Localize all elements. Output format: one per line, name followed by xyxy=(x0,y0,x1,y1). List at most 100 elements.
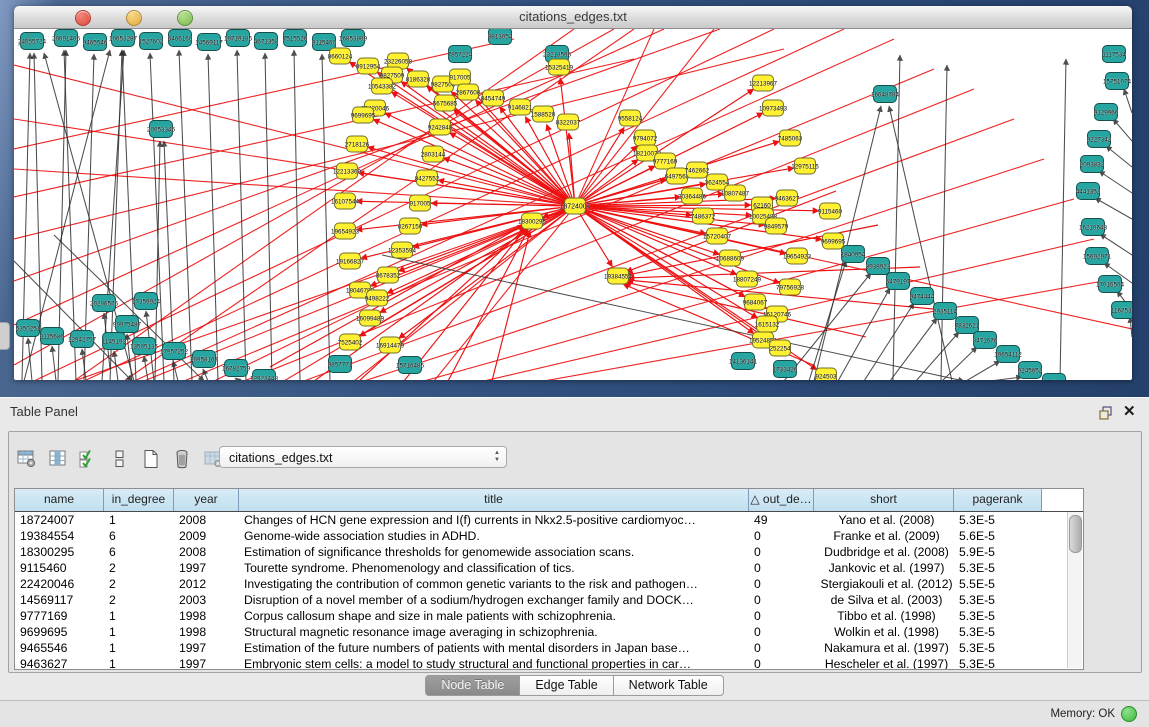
table-cell: 1997 xyxy=(174,656,239,670)
table-row[interactable]: 2242004622012Investigating the contribut… xyxy=(15,576,1083,592)
graph-node-label: 8938923 xyxy=(866,263,891,270)
graph-node-label: 13505135 xyxy=(130,343,159,350)
table-cell: 5.9E-5 xyxy=(954,544,1042,560)
graph-node-label: 8267150 xyxy=(398,223,423,230)
graph-node-label: 12353594 xyxy=(388,247,417,254)
graph-node-label: 9242848 xyxy=(428,124,453,131)
graph-node-label: 16107544 xyxy=(331,198,360,205)
table-cell: Estimation of the future numbers of pati… xyxy=(239,640,749,656)
graph-node-label: 9465546 xyxy=(83,39,108,46)
tab-network-table[interactable]: Network Table xyxy=(614,675,724,696)
create-column-icon[interactable] xyxy=(140,447,162,471)
table-cell: 49 xyxy=(749,512,814,528)
graph-node-label: 917005 xyxy=(409,200,431,207)
table-tabs: Node TableEdge TableNetwork Table xyxy=(0,675,1149,696)
memory-status-label: Memory: OK xyxy=(1050,708,1115,720)
column-header-pagerank[interactable]: pagerank xyxy=(954,489,1042,511)
table-cell: de Silva et al. (2003) xyxy=(814,592,954,608)
table-panel: Table Panel ✕ xyxy=(0,397,1149,701)
column-header-out_de[interactable]: △ out_de… xyxy=(749,489,814,511)
column-display-icon[interactable] xyxy=(47,447,69,471)
table-cell: 18300295 xyxy=(15,544,104,560)
table-cell: 1 xyxy=(104,656,174,670)
table-cell: 2003 xyxy=(174,592,239,608)
graph-node-label: 9498222 xyxy=(365,295,390,302)
table-row[interactable]: 977716911998Corpus callosum shape and si… xyxy=(15,608,1083,624)
graph-node-label: 10654112 xyxy=(994,351,1022,358)
graph-node-label: 15692971 xyxy=(1083,253,1112,260)
graph-node-label: 9227342 xyxy=(1087,136,1112,143)
table-row[interactable]: 1872400712008Changes of HCN gene express… xyxy=(15,512,1083,528)
table-cell: 6 xyxy=(104,544,174,560)
table-cell: 0 xyxy=(749,624,814,640)
table-cell: 5.3E-5 xyxy=(954,592,1042,608)
table-mode-icon[interactable] xyxy=(16,447,38,471)
graph-node-label: 2718126 xyxy=(345,141,370,148)
graph-node-label: 2935114 xyxy=(933,308,958,315)
graph-node-label: 924503 xyxy=(815,373,837,380)
table-cell: 0 xyxy=(749,640,814,656)
table-cell: 1998 xyxy=(174,608,239,624)
tab-node-table[interactable]: Node Table xyxy=(425,675,520,696)
table-cell: Structural magnetic resonance image aver… xyxy=(239,624,749,640)
graph-node-label: 1117534 xyxy=(1102,51,1126,58)
column-header-name[interactable]: name xyxy=(15,489,104,511)
column-header-in_degree[interactable]: in_degree xyxy=(104,489,174,511)
table-row[interactable]: 1938455462009Genome-wide association stu… xyxy=(15,528,1083,544)
graph-node-label: 10807487 xyxy=(721,190,750,197)
graph-node-label: 2093832 xyxy=(1080,161,1105,168)
table-row[interactable]: 1830029562008Estimation of significance … xyxy=(15,544,1083,560)
table-cell: Yano et al. (2008) xyxy=(814,512,954,528)
table-cell: 5.3E-5 xyxy=(954,608,1042,624)
window-title: citations_edges.txt xyxy=(14,9,1132,24)
resize-grip[interactable] xyxy=(14,29,32,47)
table-select-dropdown[interactable]: citations_edges.txt ▲▼ xyxy=(219,446,507,468)
table-row[interactable]: 911546021997Tourette syndrome. Phenomeno… xyxy=(15,560,1083,576)
graph-node-label: 8186328 xyxy=(406,76,431,83)
graph-node-label: 7832621 xyxy=(955,322,980,329)
float-panel-icon[interactable] xyxy=(1098,405,1114,421)
network-window[interactable]: citations_edges.txt 24955724206914069465… xyxy=(14,6,1132,380)
table-cell: Nakamura et al. (1997) xyxy=(814,640,954,656)
row-height-icon[interactable] xyxy=(109,447,131,471)
graph-node-label: 9699695 xyxy=(351,112,376,119)
window-titlebar[interactable]: citations_edges.txt xyxy=(14,6,1132,29)
graph-node-label: 16853809 xyxy=(339,35,368,42)
row-selection-icon[interactable] xyxy=(78,447,100,471)
scrollbar-thumb[interactable] xyxy=(1069,515,1082,553)
tab-edge-table[interactable]: Edge Table xyxy=(520,675,613,696)
graph-node-label: 19654923 xyxy=(331,228,360,235)
table-cell: 5.3E-5 xyxy=(954,624,1042,640)
table-panel-title: Table Panel xyxy=(10,404,78,419)
table-cell: 1 xyxy=(104,640,174,656)
table-row[interactable]: 946554611997Estimation of the future num… xyxy=(15,640,1083,656)
panel-collapse-handle[interactable] xyxy=(0,322,10,350)
graph-node-label: 6479197 xyxy=(886,278,911,285)
graph-node-label: 10543382 xyxy=(368,83,397,90)
table-cell: 9463627 xyxy=(15,656,104,670)
table-header-row: namein_degreeyeartitle△ out_de…shortpage… xyxy=(15,489,1083,512)
table-cell: 1 xyxy=(104,624,174,640)
graph-node-label: 14569117 xyxy=(195,39,223,46)
network-canvas[interactable]: 2495572420691406946554610653287152760264… xyxy=(14,29,1132,380)
close-panel-icon[interactable]: ✕ xyxy=(1123,402,1136,420)
table-row[interactable]: 969969511998Structural magnetic resonanc… xyxy=(15,624,1083,640)
table-cell: 0 xyxy=(749,592,814,608)
graph-node-label: 9558124 xyxy=(618,115,643,122)
table-row[interactable]: 946362711997Embryonic stem cells: a mode… xyxy=(15,656,1083,670)
node-table: namein_degreeyeartitle△ out_de…shortpage… xyxy=(14,488,1084,670)
table-cell: 1998 xyxy=(174,624,239,640)
graph-node-label: 4671358 xyxy=(254,38,279,45)
table-row[interactable]: 1456911722003Disruption of a novel membe… xyxy=(15,592,1083,608)
table-cell: 5.3E-5 xyxy=(954,656,1042,670)
column-header-title[interactable]: title xyxy=(239,489,749,511)
table-cell: Embryonic stem cells: a model to study s… xyxy=(239,656,749,670)
column-header-short[interactable]: short xyxy=(814,489,954,511)
graph-node-label: 18724007 xyxy=(559,203,590,210)
delete-column-icon[interactable] xyxy=(171,447,193,471)
column-header-year[interactable]: year xyxy=(174,489,239,511)
vertical-scrollbar[interactable] xyxy=(1067,512,1082,668)
table-cell: 18724007 xyxy=(15,512,104,528)
table-cell: Franke et al. (2009) xyxy=(814,528,954,544)
network-graph[interactable]: 2495572420691406946554610653287152760264… xyxy=(14,29,1132,380)
